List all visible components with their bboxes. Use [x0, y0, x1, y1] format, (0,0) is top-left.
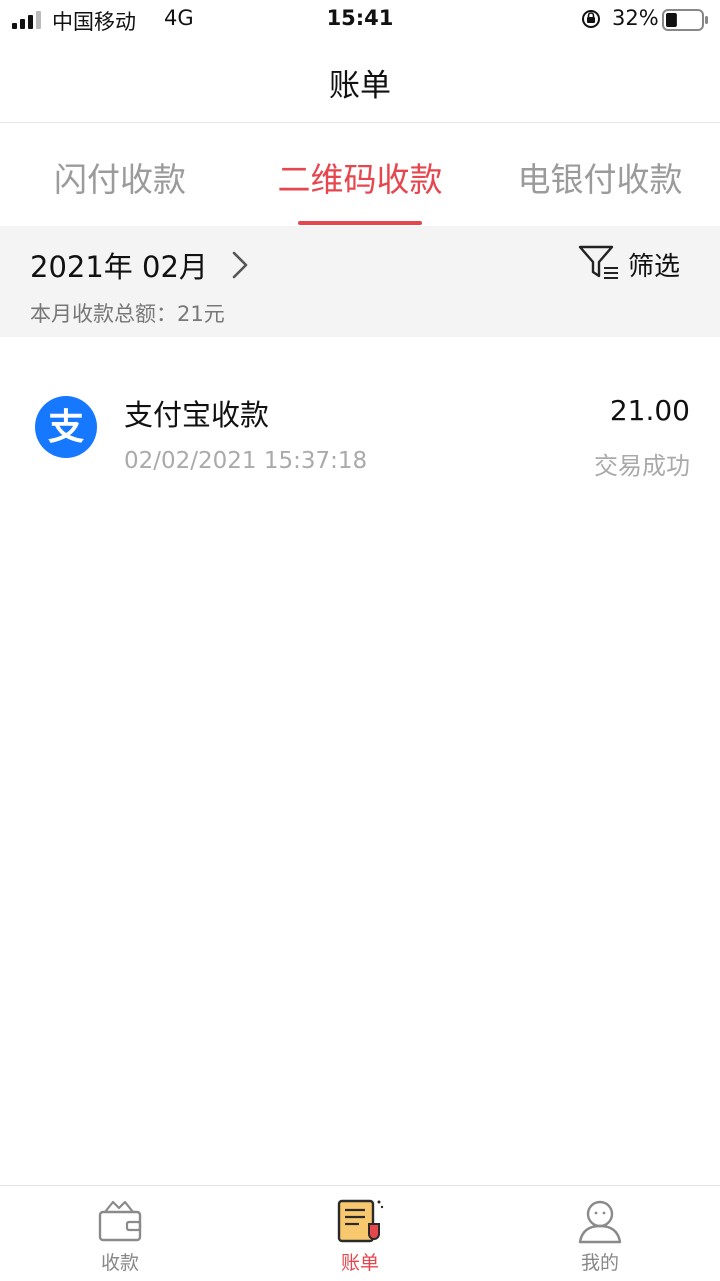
bill-icon [337, 1199, 384, 1243]
bottom-nav-label: 我的 [580, 1252, 619, 1274]
user-icon [578, 1200, 622, 1244]
month-total: 本月收款总额：21元 [30, 302, 225, 326]
filter-icon [578, 245, 618, 279]
transaction-name: 支付宝收款 [124, 398, 270, 432]
filter-label: 筛选 [628, 252, 681, 282]
bottom-nav-label: 收款 [100, 1252, 139, 1274]
battery-icon [662, 9, 708, 31]
page-title: 账单 [329, 68, 391, 104]
tab-qr-code[interactable]: 二维码收款 [240, 153, 480, 201]
status-bar: 中国移动 4G 15:41 32% [0, 0, 720, 40]
bottom-nav-collect[interactable]: 收款 [0, 1198, 240, 1275]
wallet-icon [98, 1200, 142, 1242]
transaction-time: 02/02/2021 15:37:18 [124, 448, 368, 474]
chevron-right-icon[interactable] [230, 250, 250, 280]
transaction-amount: 21.00 [609, 394, 690, 427]
battery-percent: 32% [612, 6, 659, 30]
bottom-nav-label: 账单 [340, 1252, 379, 1274]
month-summary: 2021年 02月 本月收款总额：21元 筛选 [0, 226, 720, 337]
bottom-nav-bill[interactable]: 账单 [240, 1198, 480, 1275]
bottom-nav-mine[interactable]: 我的 [480, 1198, 720, 1275]
tab-dianyin-pay[interactable]: 电银付收款 [480, 153, 720, 201]
active-tab-indicator [298, 221, 422, 225]
alipay-icon: 支 [35, 396, 97, 458]
bottom-nav: 收款 账单 我的 [0, 1185, 720, 1281]
tab-bar: 闪付收款 二维码收款 电银付收款 [0, 123, 720, 226]
tab-flash-pay[interactable]: 闪付收款 [0, 153, 240, 201]
svg-text:支: 支 [48, 407, 84, 448]
transaction-row[interactable]: 支 支付宝收款 02/02/2021 15:37:18 21.00 交易成功 [0, 380, 720, 490]
nav-bar: 账单 [0, 40, 720, 123]
month-selector[interactable]: 2021年 02月 [30, 244, 208, 286]
transaction-status: 交易成功 [594, 452, 690, 480]
rotation-lock-icon [582, 10, 600, 28]
